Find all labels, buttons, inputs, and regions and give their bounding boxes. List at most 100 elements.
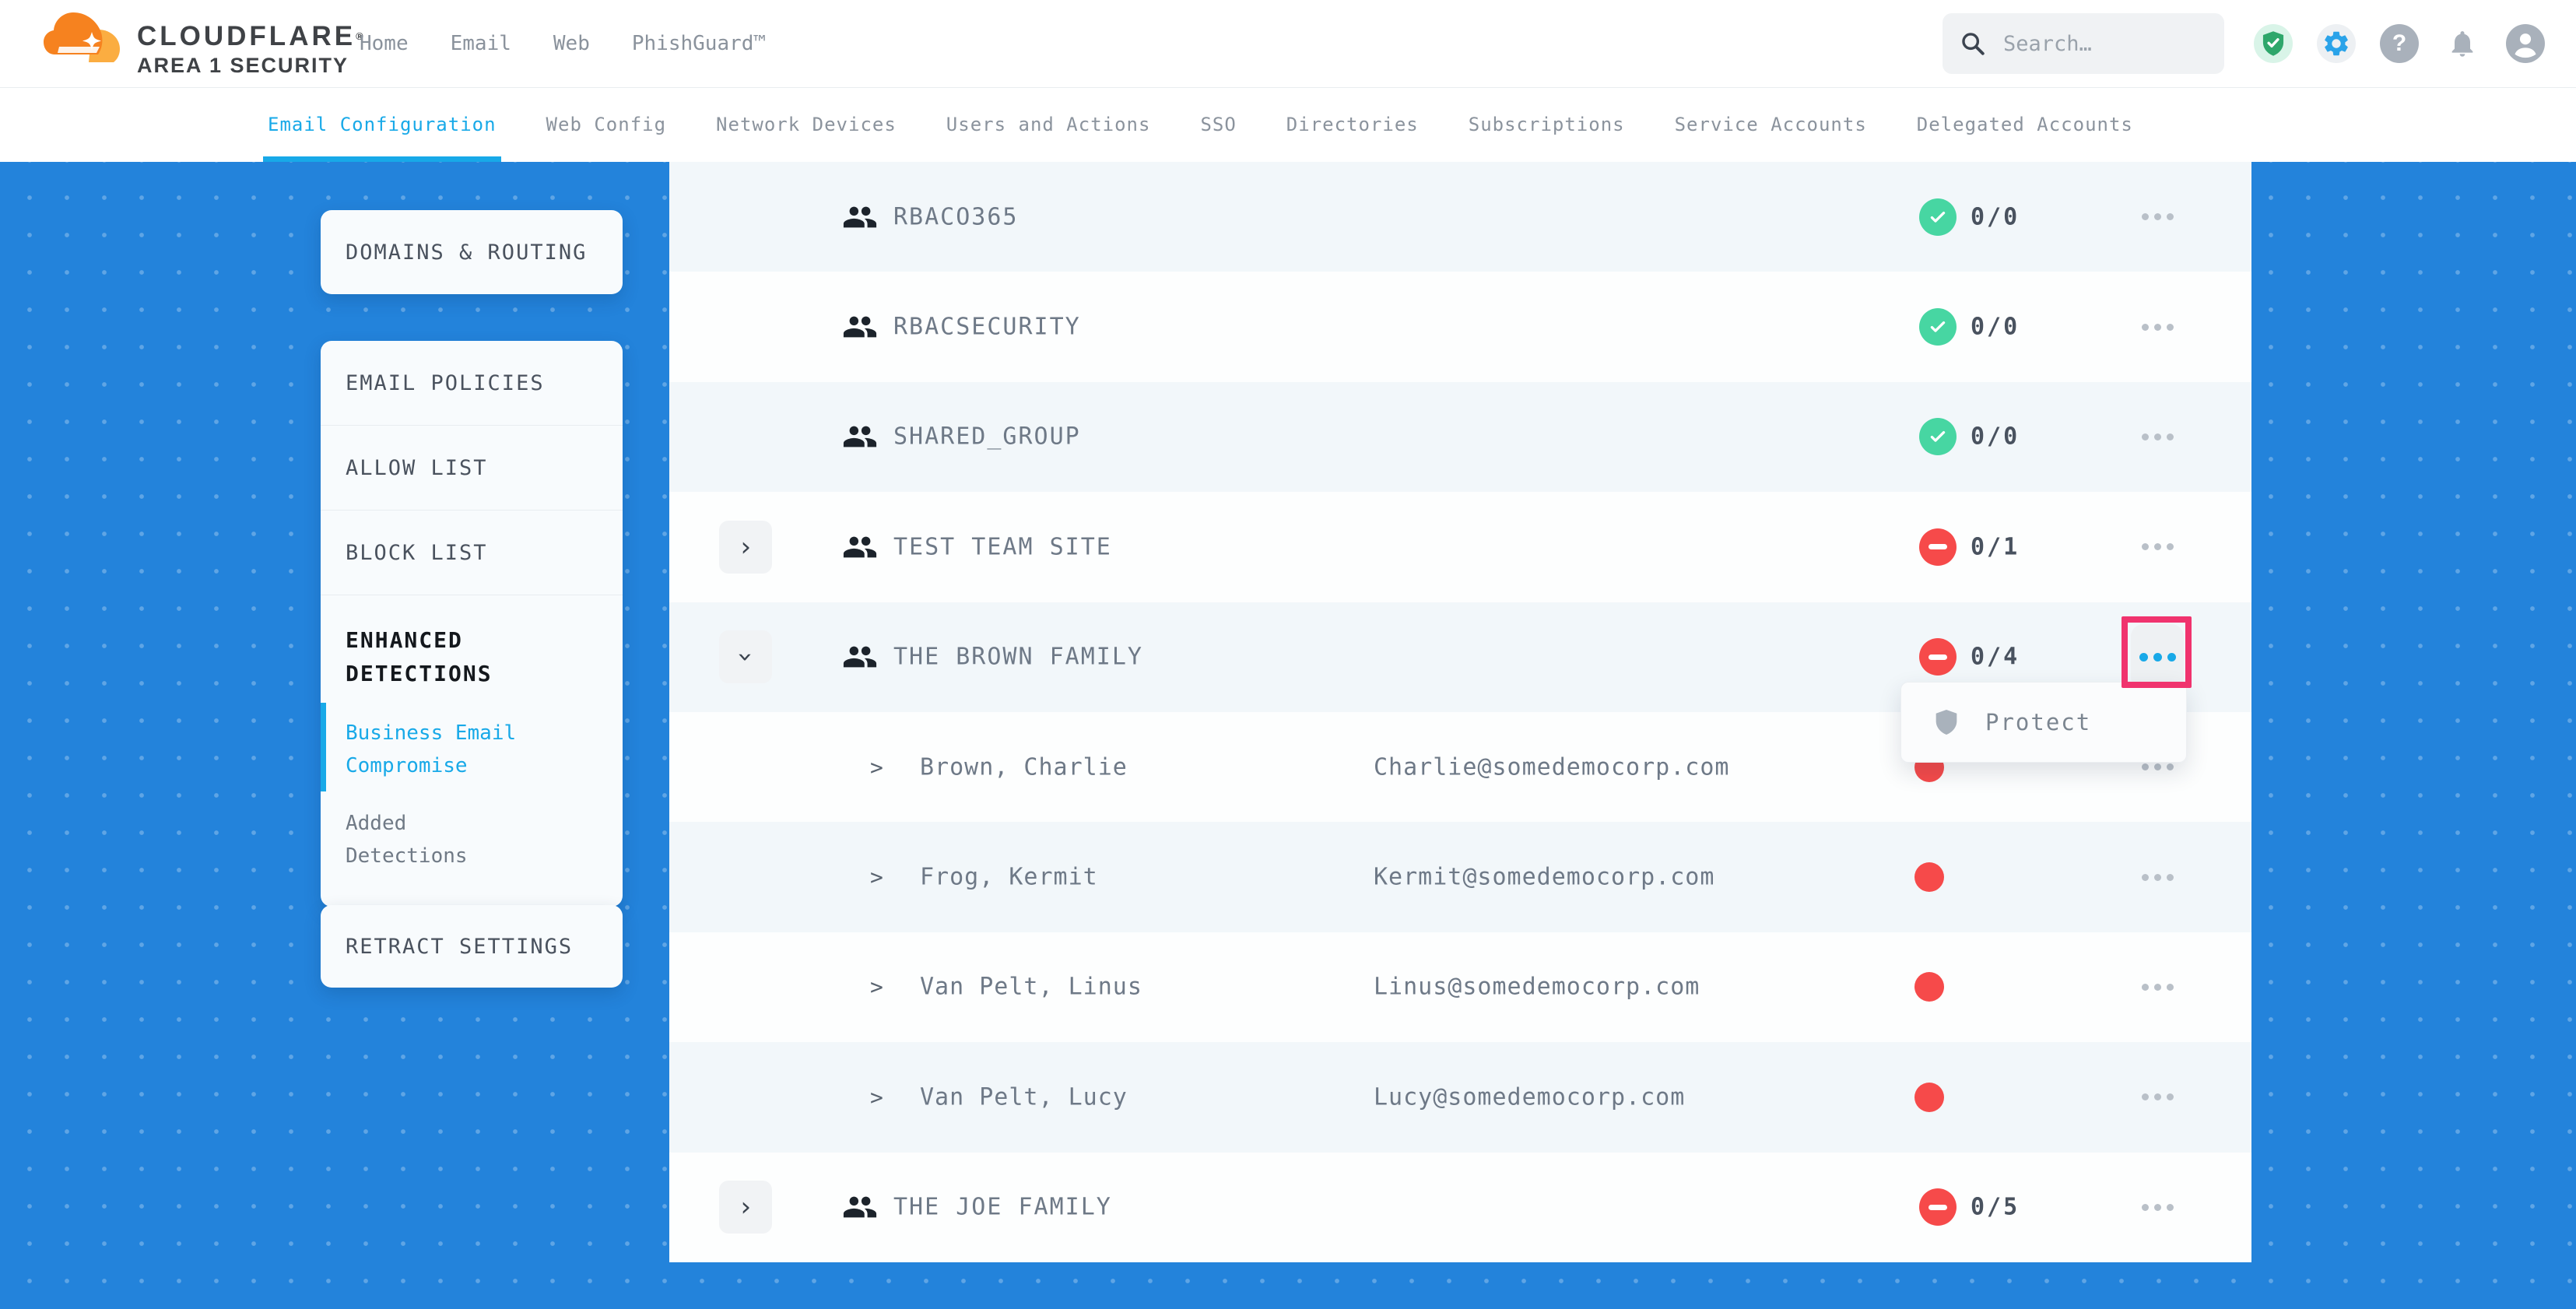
sidebar-item-enhanced-detections[interactable]: ENHANCED DETECTIONS — [346, 623, 540, 690]
chevron-right-icon: > — [870, 974, 883, 1000]
account-icon[interactable] — [2506, 24, 2545, 63]
sidebar-policies-card: EMAIL POLICIES ALLOW LIST BLOCK LIST ENH… — [321, 341, 623, 907]
row-more-button[interactable] — [2131, 1074, 2184, 1121]
context-menu: Protect — [1900, 682, 2187, 763]
member-count: 0/4 — [1971, 644, 2020, 671]
row-more-button[interactable] — [2131, 963, 2184, 1010]
tab-service-accounts[interactable]: Service Accounts — [1675, 87, 1867, 162]
row-more-button[interactable] — [2131, 524, 2184, 570]
row-more-button[interactable] — [2131, 854, 2184, 900]
group-icon — [842, 419, 878, 454]
status-alert-badge — [1919, 1188, 1957, 1226]
secondary-tab-bar: Email Configuration Web Config Network D… — [0, 87, 2576, 162]
member-email: Charlie@somedemocorp.com — [1374, 753, 1729, 781]
tab-subscriptions[interactable]: Subscriptions — [1469, 87, 1625, 162]
group-name: SHARED_GROUP — [893, 423, 1081, 451]
notifications-bell-icon[interactable] — [2443, 24, 2482, 63]
active-item-indicator — [321, 703, 326, 791]
status-alert-badge — [1919, 528, 1957, 566]
group-icon — [842, 639, 878, 675]
tab-network-devices[interactable]: Network Devices — [716, 87, 897, 162]
minus-icon — [1928, 544, 1947, 549]
nav-web[interactable]: Web — [553, 32, 590, 55]
chevron-right-icon: › — [738, 1191, 753, 1223]
member-email: Linus@somedemocorp.com — [1374, 974, 1700, 1001]
top-header: CLOUDFLARE® AREA 1 SECURITY Home Email W… — [0, 0, 2576, 88]
tab-email-configuration[interactable]: Email Configuration — [268, 87, 497, 162]
sidebar-item-retract-settings[interactable]: RETRACT SETTINGS — [321, 905, 623, 988]
app-root: CLOUDFLARE® AREA 1 SECURITY Home Email W… — [0, 0, 2576, 1309]
cloudflare-logo[interactable]: CLOUDFLARE® AREA 1 SECURITY — [44, 6, 367, 78]
table-row[interactable]: SHARED_GROUP 0/0 — [669, 382, 2251, 492]
group-icon — [842, 199, 878, 235]
table-row[interactable]: > Van Pelt, Linus Linus@somedemocorp.com — [669, 932, 2251, 1042]
sidebar-item-domains-routing[interactable]: DOMAINS & ROUTING — [321, 210, 623, 294]
table-row[interactable]: RBACSECURITY 0/0 — [669, 272, 2251, 381]
status-alert-dot — [1914, 862, 1944, 892]
group-name: RBACO365 — [893, 203, 1019, 230]
member-name: Frog, Kermit — [920, 864, 1098, 891]
shield-check-icon[interactable] — [2254, 24, 2293, 63]
expand-row-button[interactable]: › — [719, 521, 772, 574]
status-ok-badge — [1919, 308, 1957, 346]
nav-home[interactable]: Home — [360, 32, 409, 55]
shield-icon — [1934, 708, 1959, 736]
member-count: 0/5 — [1971, 1194, 2020, 1221]
row-more-button[interactable] — [2131, 1184, 2184, 1230]
member-name: Van Pelt, Lucy — [920, 1083, 1128, 1111]
member-count: 0/0 — [1971, 423, 2020, 451]
primary-nav: Home Email Web PhishGuard™ — [360, 0, 766, 87]
group-name: THE JOE FAMILY — [893, 1194, 1112, 1221]
chevron-right-icon: > — [870, 865, 883, 890]
group-icon — [842, 529, 878, 565]
minus-icon — [1928, 654, 1947, 660]
member-name: Brown, Charlie — [920, 753, 1128, 781]
tab-delegated-accounts[interactable]: Delegated Accounts — [1917, 87, 2133, 162]
chevron-down-icon: › — [730, 649, 761, 665]
collapse-row-button[interactable]: › — [719, 630, 772, 683]
table-row[interactable]: > Van Pelt, Lucy Lucy@somedemocorp.com — [669, 1042, 2251, 1152]
group-name: THE BROWN FAMILY — [893, 644, 1143, 671]
help-icon[interactable]: ? — [2380, 24, 2419, 63]
tab-sso[interactable]: SSO — [1200, 87, 1236, 162]
tab-directories[interactable]: Directories — [1286, 87, 1419, 162]
expand-row-button[interactable]: › — [719, 1181, 772, 1234]
status-ok-badge — [1919, 198, 1957, 236]
sidebar-item-business-email-compromise[interactable]: Business Email Compromise — [346, 717, 540, 782]
search-box[interactable] — [1943, 13, 2224, 74]
table-row[interactable]: › TEST TEAM SITE 0/1 — [669, 492, 2251, 602]
member-email: Lucy@somedemocorp.com — [1374, 1083, 1685, 1111]
brand-subtitle: AREA 1 SECURITY — [137, 53, 367, 78]
nav-email[interactable]: Email — [451, 32, 511, 55]
group-icon — [842, 1189, 878, 1225]
sidebar-item-email-policies[interactable]: EMAIL POLICIES — [321, 341, 623, 426]
main-background: DOMAINS & ROUTING EMAIL POLICIES ALLOW L… — [0, 162, 2576, 1309]
brand-name: CLOUDFLARE® — [137, 23, 367, 50]
status-ok-badge — [1919, 418, 1957, 455]
tab-web-config[interactable]: Web Config — [546, 87, 667, 162]
row-more-button[interactable] — [2131, 413, 2184, 460]
table-row[interactable]: > Frog, Kermit Kermit@somedemocorp.com — [669, 822, 2251, 932]
sidebar-item-added-detections[interactable]: Added Detections — [346, 807, 540, 872]
search-icon — [1960, 30, 1986, 57]
member-count: 0/0 — [1971, 314, 2020, 341]
sidebar-item-block-list[interactable]: BLOCK LIST — [321, 511, 623, 595]
status-alert-badge — [1919, 638, 1957, 676]
group-name: RBACSECURITY — [893, 314, 1081, 341]
tab-users-and-actions[interactable]: Users and Actions — [946, 87, 1151, 162]
chevron-right-icon: > — [870, 1084, 883, 1110]
sidebar-item-allow-list[interactable]: ALLOW LIST — [321, 426, 623, 511]
table-row[interactable]: › THE JOE FAMILY 0/5 — [669, 1153, 2251, 1262]
menu-item-protect[interactable]: Protect — [1985, 709, 2091, 735]
nav-phishguard[interactable]: PhishGuard™ — [632, 32, 766, 55]
settings-gear-icon[interactable] — [2317, 24, 2356, 63]
row-more-button[interactable] — [2131, 194, 2184, 240]
chevron-right-icon: > — [870, 754, 883, 780]
annotation-highlight — [2122, 616, 2192, 688]
status-alert-dot — [1914, 972, 1944, 1002]
table-row[interactable]: RBACO365 0/0 — [669, 162, 2251, 272]
row-more-button[interactable] — [2131, 304, 2184, 350]
member-count: 0/0 — [1971, 203, 2020, 230]
chevron-right-icon: › — [738, 532, 753, 563]
search-input[interactable] — [2002, 31, 2192, 57]
